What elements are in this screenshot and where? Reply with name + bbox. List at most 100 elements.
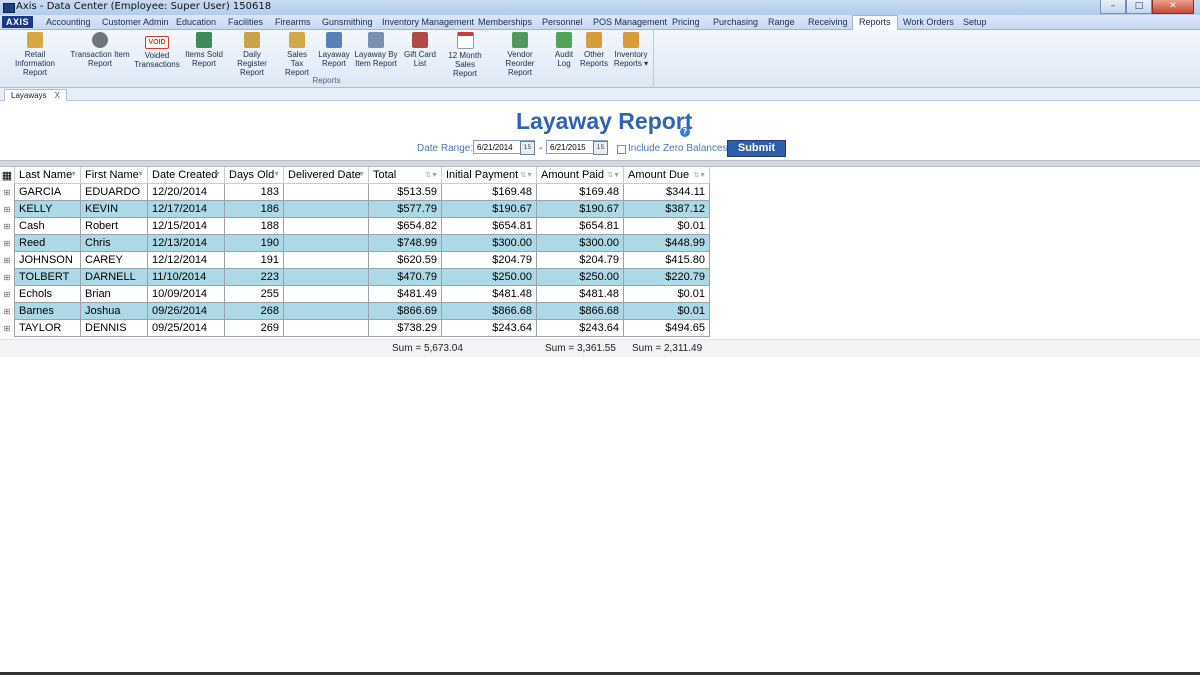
table-cell[interactable]: $190.67: [536, 200, 624, 218]
table-cell[interactable]: $866.68: [441, 302, 537, 320]
table-cell[interactable]: $748.99: [368, 234, 442, 252]
table-cell[interactable]: $738.29: [368, 319, 442, 337]
table-cell[interactable]: DARNELL: [80, 268, 148, 286]
table-cell[interactable]: 11/10/2014: [147, 268, 225, 286]
table-cell[interactable]: $448.99: [623, 234, 710, 252]
table-cell[interactable]: JOHNSON: [14, 251, 81, 269]
table-cell[interactable]: $204.79: [536, 251, 624, 269]
sort-filter-icon[interactable]: ⇅▼: [607, 171, 620, 179]
table-cell[interactable]: $866.68: [536, 302, 624, 320]
column-header-last-name[interactable]: Last Name ▼: [14, 167, 81, 184]
table-cell[interactable]: [283, 302, 369, 320]
expand-row-icon[interactable]: ⊞: [0, 269, 15, 286]
column-header-first-name[interactable]: First Name ▼: [80, 167, 148, 184]
table-cell[interactable]: $654.81: [441, 217, 537, 235]
table-cell[interactable]: [283, 285, 369, 303]
table-cell[interactable]: 188: [224, 217, 284, 235]
layaway-report-button[interactable]: Layaway Report: [318, 32, 350, 68]
column-header-date-created[interactable]: Date Created ▼: [147, 167, 225, 184]
table-cell[interactable]: $300.00: [536, 234, 624, 252]
table-cell[interactable]: 255: [224, 285, 284, 303]
expand-row-icon[interactable]: ⊞: [0, 201, 15, 218]
tab-inventory-management[interactable]: Inventory Management: [382, 16, 474, 29]
table-row[interactable]: ⊞ Echols Brian 10/09/2014 255 $481.49 $481.48 $…: [0, 285, 710, 303]
column-header-initial-payment[interactable]: Initial Payment ⇅▼: [441, 167, 537, 184]
table-cell[interactable]: CAREY: [80, 251, 148, 269]
sales-tax-report-button[interactable]: Sales Tax Report: [280, 32, 314, 77]
tab-setup[interactable]: Setup: [963, 16, 987, 29]
tab-work-orders[interactable]: Work Orders: [903, 16, 954, 29]
table-cell[interactable]: $250.00: [536, 268, 624, 286]
table-cell[interactable]: 190: [224, 234, 284, 252]
table-cell[interactable]: $494.65: [623, 319, 710, 337]
table-cell[interactable]: $387.12: [623, 200, 710, 218]
close-button[interactable]: ✕: [1152, 0, 1194, 14]
table-cell[interactable]: Echols: [14, 285, 81, 303]
filter-icon[interactable]: ▼: [137, 171, 144, 178]
table-cell[interactable]: $0.01: [623, 285, 710, 303]
table-cell[interactable]: Reed: [14, 234, 81, 252]
sort-filter-icon[interactable]: ⇅▼: [693, 171, 706, 179]
maximize-button[interactable]: □: [1126, 0, 1152, 14]
table-cell[interactable]: [283, 319, 369, 337]
filter-icon[interactable]: ▼: [70, 171, 77, 178]
audit-log-button[interactable]: Audit Log: [552, 32, 576, 68]
table-cell[interactable]: 183: [224, 183, 284, 201]
filter-icon[interactable]: ▼: [214, 171, 221, 178]
table-cell[interactable]: 12/13/2014: [147, 234, 225, 252]
calendar-icon[interactable]: 15: [520, 141, 535, 155]
tab-purchasing[interactable]: Purchasing: [713, 16, 758, 29]
include-zero-balances-checkbox[interactable]: [617, 145, 626, 154]
table-row[interactable]: ⊞ Cash Robert 12/15/2014 188 $654.82 $654.81 $6…: [0, 217, 710, 235]
tab-accounting[interactable]: Accounting: [46, 16, 91, 29]
table-cell[interactable]: 268: [224, 302, 284, 320]
daily-register-report-button[interactable]: Daily Register Report: [228, 32, 276, 77]
tab-gunsmithing[interactable]: Gunsmithing: [322, 16, 373, 29]
tab-firearms[interactable]: Firearms: [275, 16, 311, 29]
table-row[interactable]: ⊞ Reed Chris 12/13/2014 190 $748.99 $300.00 $30…: [0, 234, 710, 252]
table-cell[interactable]: 12/17/2014: [147, 200, 225, 218]
table-cell[interactable]: [283, 268, 369, 286]
table-cell[interactable]: 223: [224, 268, 284, 286]
table-cell[interactable]: TOLBERT: [14, 268, 81, 286]
layaway-by-item-report-button[interactable]: Layaway By Item Report: [354, 32, 398, 68]
table-cell[interactable]: $250.00: [441, 268, 537, 286]
table-cell[interactable]: $866.69: [368, 302, 442, 320]
column-header-amount-due[interactable]: Amount Due ⇅▼: [623, 167, 710, 184]
table-cell[interactable]: $481.48: [536, 285, 624, 303]
table-cell[interactable]: [283, 183, 369, 201]
table-row[interactable]: ⊞ Barnes Joshua 09/26/2014 268 $866.69 $866.68…: [0, 302, 710, 320]
table-cell[interactable]: GARCIA: [14, 183, 81, 201]
expand-row-icon[interactable]: ⊞: [0, 303, 15, 320]
expand-row-icon[interactable]: ⊞: [0, 320, 15, 337]
expand-row-icon[interactable]: ⊞: [0, 184, 15, 201]
table-cell[interactable]: 191: [224, 251, 284, 269]
expand-row-icon[interactable]: ⊞: [0, 286, 15, 303]
table-cell[interactable]: [283, 217, 369, 235]
table-cell[interactable]: 269: [224, 319, 284, 337]
table-cell[interactable]: 10/09/2014: [147, 285, 225, 303]
help-icon[interactable]: ?: [680, 127, 690, 137]
tab-customer-admin[interactable]: Customer Admin: [102, 16, 169, 29]
table-cell[interactable]: $169.48: [441, 183, 537, 201]
table-row[interactable]: ⊞ TAYLOR DENNIS 09/25/2014 269 $738.29 $243.64…: [0, 319, 710, 337]
minimize-button[interactable]: –: [1100, 0, 1126, 14]
tab-reports[interactable]: Reports: [852, 15, 898, 31]
table-cell[interactable]: 12/12/2014: [147, 251, 225, 269]
table-cell[interactable]: $577.79: [368, 200, 442, 218]
tab-receiving[interactable]: Receiving: [808, 16, 848, 29]
table-cell[interactable]: 12/20/2014: [147, 183, 225, 201]
table-cell[interactable]: $513.59: [368, 183, 442, 201]
table-cell[interactable]: $169.48: [536, 183, 624, 201]
table-cell[interactable]: $470.79: [368, 268, 442, 286]
expand-row-icon[interactable]: ⊞: [0, 218, 15, 235]
table-cell[interactable]: 186: [224, 200, 284, 218]
table-cell[interactable]: Brian: [80, 285, 148, 303]
table-cell[interactable]: $0.01: [623, 217, 710, 235]
table-cell[interactable]: Joshua: [80, 302, 148, 320]
retail-information-report-button[interactable]: Retail Information Report: [4, 32, 66, 77]
gift-card-list-button[interactable]: Gift Card List: [402, 32, 438, 68]
table-cell[interactable]: $0.01: [623, 302, 710, 320]
table-cell[interactable]: Barnes: [14, 302, 81, 320]
items-sold-report-button[interactable]: Items Sold Report: [184, 32, 224, 68]
